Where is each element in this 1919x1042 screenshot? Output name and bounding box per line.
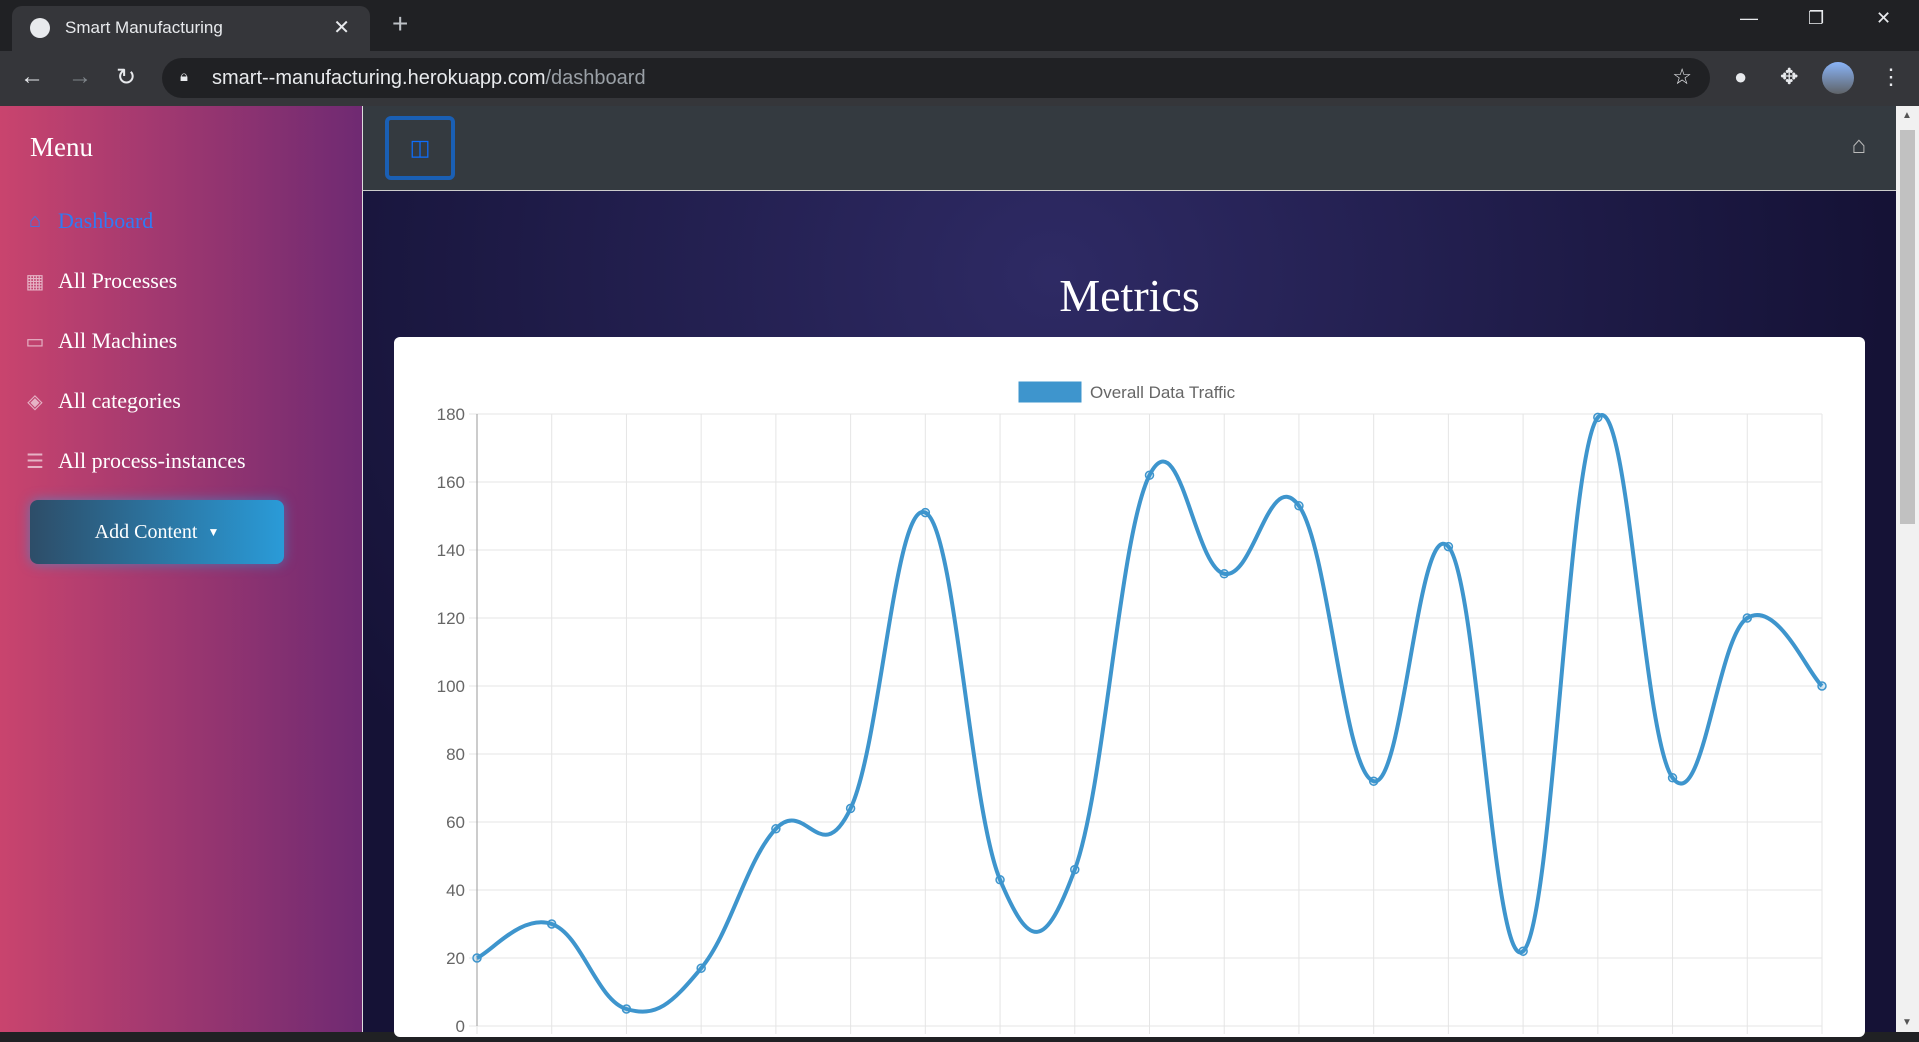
add-content-dropdown-button[interactable]: Add Content ▼ — [30, 500, 284, 564]
y-tick-label: 120 — [437, 609, 465, 628]
kebab-menu-icon[interactable]: ⋮ — [1880, 64, 1902, 90]
y-tick-label: 20 — [446, 949, 465, 968]
close-window-button[interactable]: ✕ — [1876, 8, 1891, 29]
data-point — [771, 824, 781, 834]
close-tab-icon[interactable]: ✕ — [333, 15, 350, 40]
home-icon: ⌂ — [28, 209, 41, 232]
restore-button[interactable]: ❐ — [1808, 8, 1824, 29]
layout-icon: ◫ — [409, 135, 431, 160]
chart-card: 0 20 40 60 80 100 120 140 160 180 Overall Data Tra… — [394, 337, 1865, 1037]
browser-tab[interactable]: Smart Manufacturing ✕ — [12, 6, 370, 51]
y-tick-label: 80 — [446, 745, 465, 764]
data-point — [1219, 569, 1229, 579]
url-host: smart--manufacturing.herokuapp.com — [212, 67, 546, 89]
top-navbar: ◫ ⌂ — [362, 106, 1896, 191]
tab-title: Smart Manufacturing — [65, 18, 223, 37]
legend-swatch — [1017, 380, 1083, 404]
line-chart: 0 20 40 60 80 100 120 140 160 180 Overall Data Tra… — [437, 380, 1827, 1036]
profile-avatar[interactable] — [1822, 62, 1854, 94]
sidebar: Menu ⌂ Dashboard ▦ All Processes ▭ All Mach… — [0, 106, 362, 1032]
data-point — [546, 919, 557, 929]
data-point — [1144, 470, 1155, 480]
y-tick-label: 100 — [437, 677, 465, 696]
y-tick-label: 0 — [456, 1017, 465, 1036]
main-content: Metrics 0 20 40 60 80 100 120 140 160 180 Overall … — [362, 191, 1896, 1037]
data-point — [1518, 946, 1528, 956]
minimize-button[interactable]: — — [1740, 8, 1758, 29]
data-point — [1817, 681, 1827, 691]
data-point — [920, 507, 931, 518]
legend-label: Overall Data Traffic — [1090, 383, 1236, 402]
data-point — [1070, 864, 1080, 875]
data-point — [621, 1004, 632, 1014]
y-tick-label: 160 — [437, 473, 465, 492]
sidebar-title: Menu — [30, 132, 93, 162]
scrollbar-thumb[interactable] — [1900, 130, 1915, 524]
puzzle-extensions-icon[interactable]: ✥ — [1780, 64, 1798, 90]
add-content-label: Add Content — [94, 520, 198, 543]
layers-icon: ◈ — [27, 390, 43, 413]
data-point — [1368, 776, 1379, 786]
data-point — [1294, 501, 1304, 511]
tab-strip: Smart Manufacturing ✕ + — ❐ ✕ — [0, 0, 1919, 51]
sidebar-item-dashboard[interactable]: ⌂ Dashboard — [24, 208, 153, 234]
caret-down-icon: ▼ — [207, 524, 220, 539]
data-point — [845, 803, 856, 814]
back-button[interactable]: ← — [20, 63, 44, 91]
forward-button[interactable]: → — [68, 63, 92, 91]
sidebar-item-label: All process-instances — [58, 448, 246, 473]
data-point — [1593, 412, 1603, 423]
vertical-scrollbar[interactable]: ▲ ▼ — [1896, 106, 1919, 1032]
extension-icon[interactable]: ● — [1734, 64, 1747, 90]
y-tick-label: 140 — [437, 541, 465, 560]
lock-icon: 🔒︎ — [180, 68, 188, 85]
y-tick-label: 40 — [446, 881, 465, 900]
home-icon[interactable]: ⌂ — [1852, 132, 1867, 160]
sidebar-item-label: Dashboard — [58, 208, 154, 233]
data-point — [472, 953, 482, 963]
sidebar-item-all-machines[interactable]: ▭ All Machines — [24, 328, 178, 354]
sidebar-item-label: All Machines — [58, 328, 178, 353]
globe-icon — [30, 18, 50, 38]
sidebar-toggle-button[interactable]: ◫ — [385, 116, 455, 180]
sidebar-item-label: All Processes — [58, 268, 178, 293]
new-tab-button[interactable]: + — [392, 8, 408, 40]
scroll-down-arrow[interactable]: ▼ — [1902, 1017, 1912, 1028]
data-point — [1742, 613, 1753, 623]
data-point — [995, 875, 1005, 885]
hdd-icon: ▭ — [25, 330, 45, 353]
scroll-up-arrow[interactable]: ▲ — [1902, 110, 1912, 121]
address-bar-row: ← → ↻ 🔒︎ smart--manufacturing.herokuapp.… — [0, 51, 1919, 106]
url-path: /dashboard — [545, 67, 646, 89]
sidebar-item-all-categories[interactable]: ◈ All categories — [24, 388, 181, 414]
y-tick-label: 60 — [446, 813, 465, 832]
url-input[interactable]: 🔒︎ smart--manufacturing.herokuapp.com/da… — [162, 58, 1710, 98]
data-point — [1667, 773, 1678, 783]
data-point — [696, 963, 706, 973]
reload-button[interactable]: ↻ — [116, 63, 136, 92]
bookmark-star-icon[interactable]: ☆ — [1672, 64, 1692, 90]
grid-icon: ▦ — [25, 270, 45, 293]
data-point — [1443, 541, 1454, 552]
page-title: Metrics — [1059, 270, 1200, 321]
list-icon: ☰ — [26, 450, 44, 473]
sidebar-item-all-process-instances[interactable]: ☰ All process-instances — [24, 448, 246, 474]
sidebar-item-all-processes[interactable]: ▦ All Processes — [24, 268, 178, 294]
sidebar-item-label: All categories — [58, 388, 181, 413]
y-tick-label: 180 — [437, 405, 465, 424]
